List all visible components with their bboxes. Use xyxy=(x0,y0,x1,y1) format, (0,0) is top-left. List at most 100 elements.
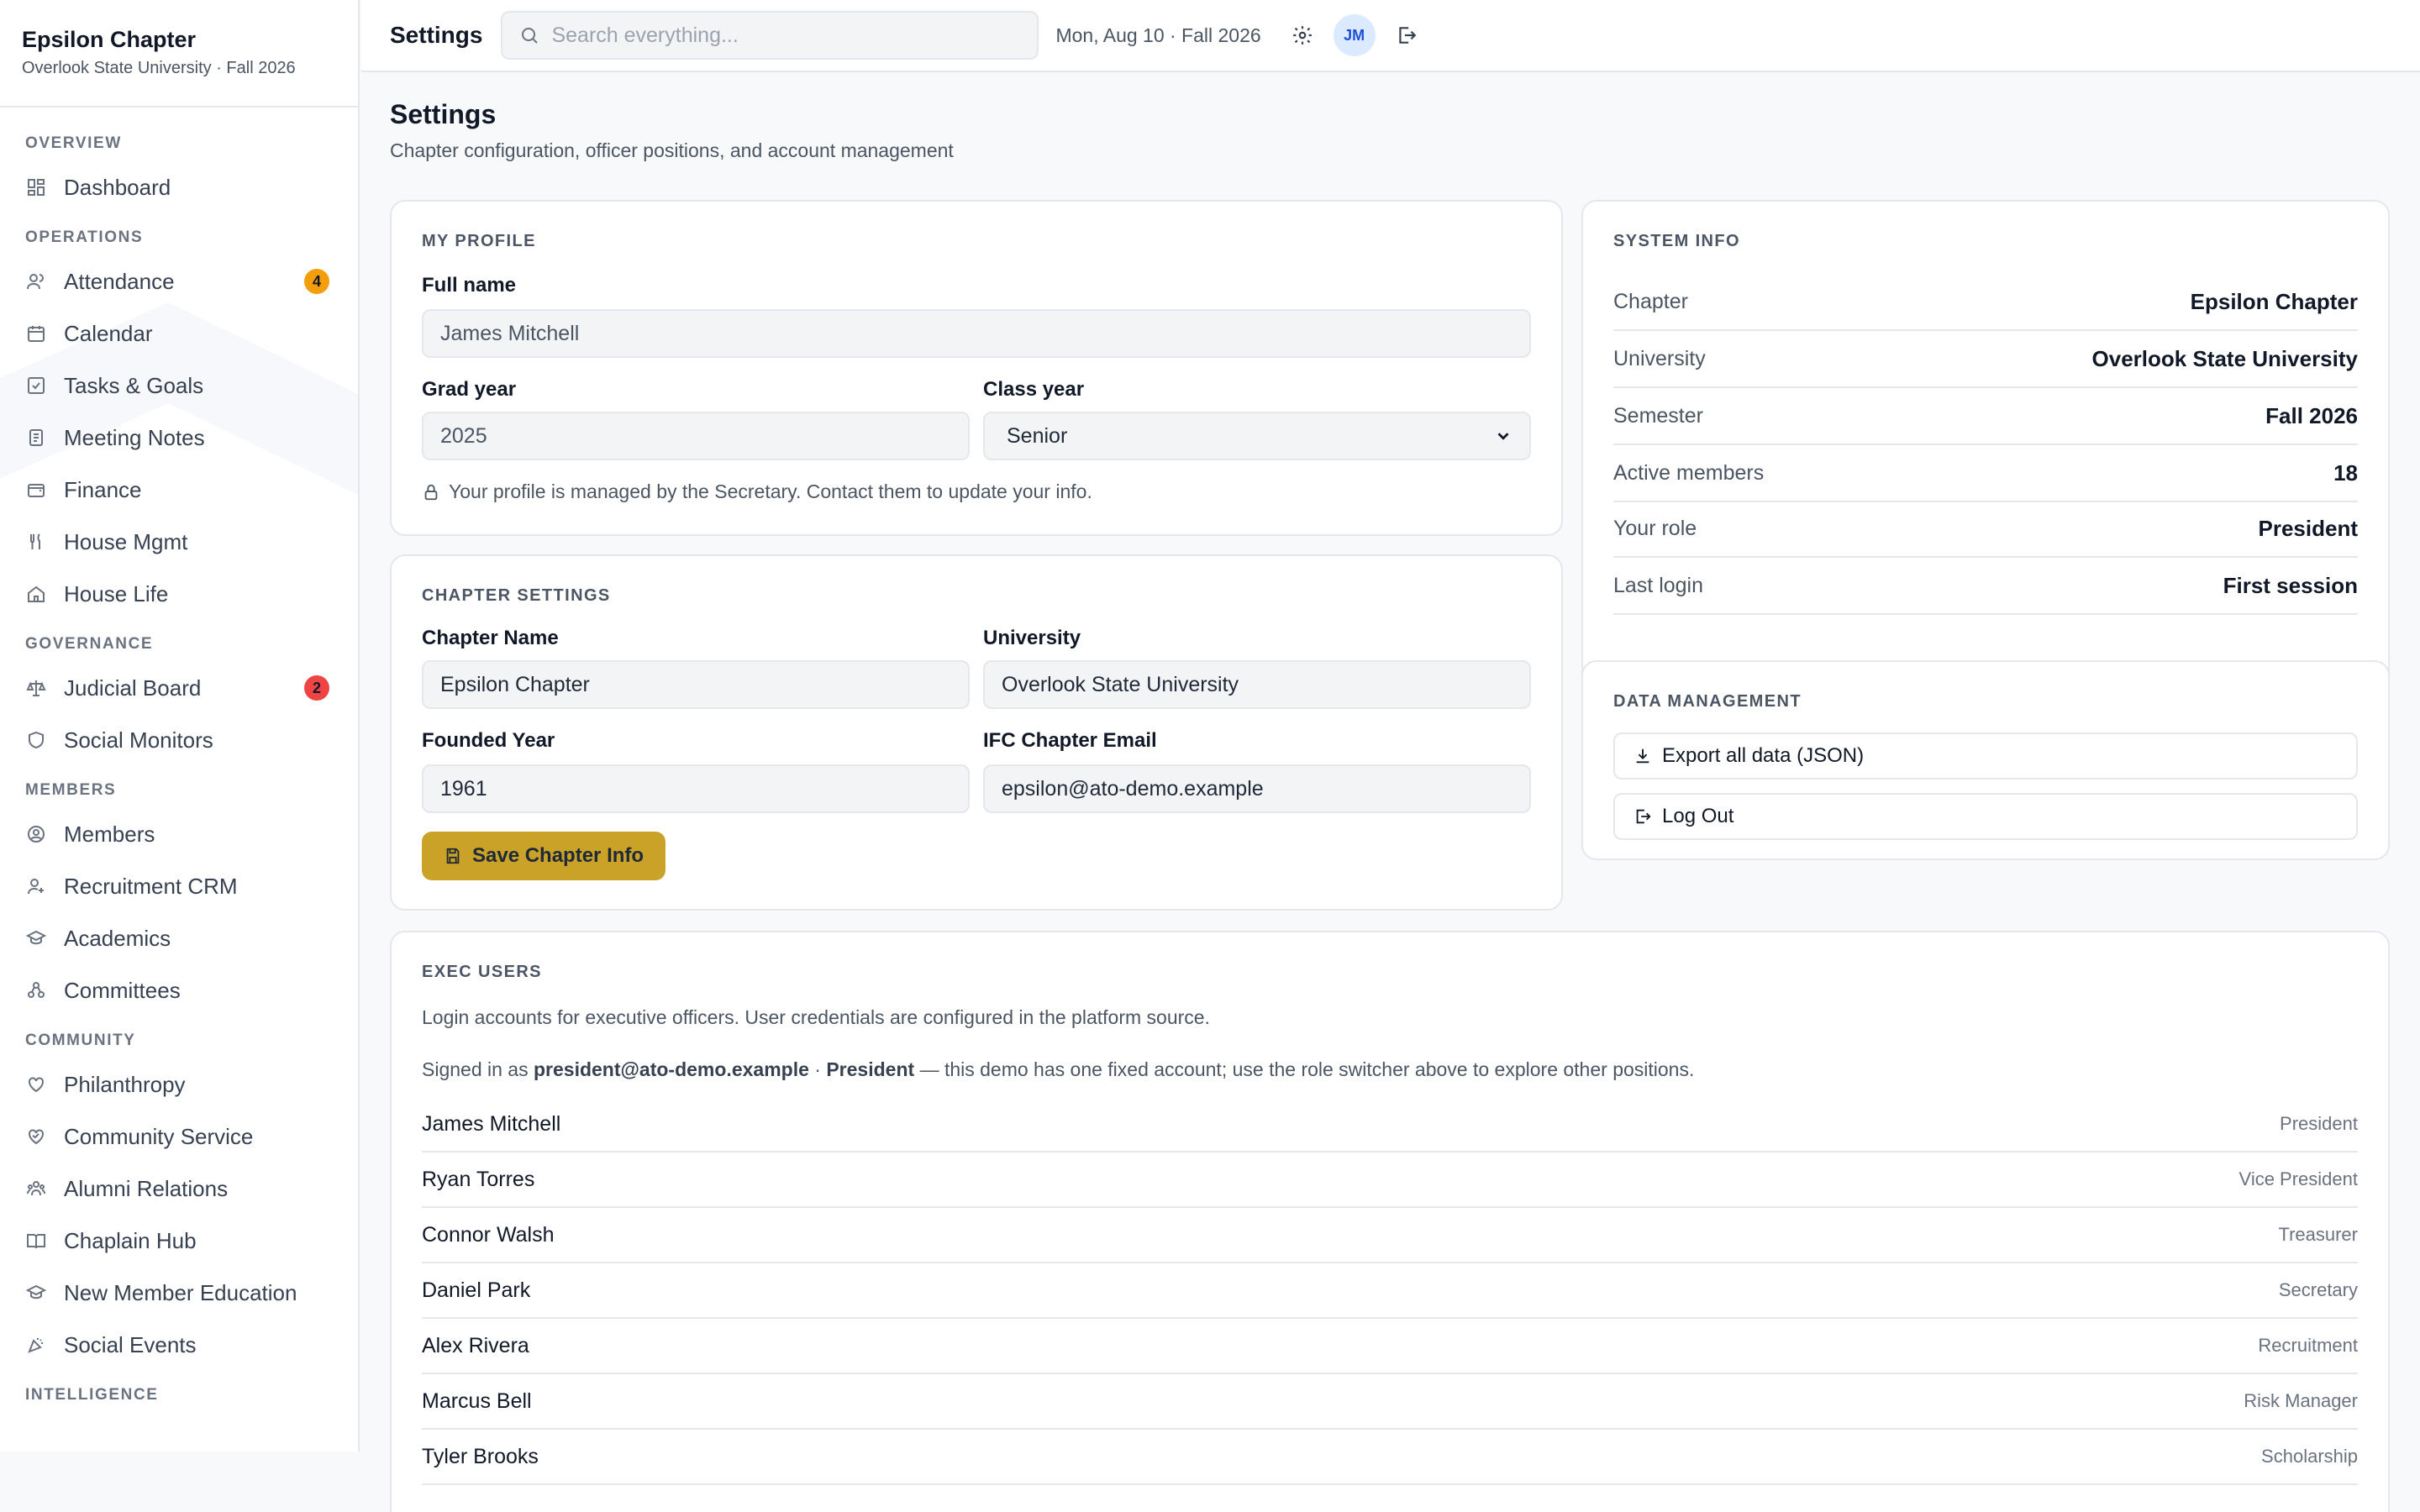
info-row-semester: Semester Fall 2026 xyxy=(1613,388,2358,445)
sidebar-item-label: Tasks & Goals xyxy=(64,372,204,398)
nav-section-community: COMMUNITY xyxy=(25,1032,136,1049)
sidebar-item-calendar[interactable]: Calendar xyxy=(0,307,358,360)
sidebar-item-label: Judicial Board xyxy=(64,675,202,701)
class-year-select[interactable]: Senior xyxy=(983,412,1531,460)
sidebar-item-committees[interactable]: Committees xyxy=(0,964,358,1016)
graduation-cap-icon xyxy=(25,927,47,949)
calendar-icon xyxy=(25,323,47,344)
chapter-settings-card: CHAPTER SETTINGS Chapter Name University… xyxy=(390,554,1563,911)
party-popper-icon xyxy=(25,1334,47,1356)
signed-in-role: President xyxy=(826,1058,915,1080)
info-row-your-role: Your role President xyxy=(1613,501,2358,558)
card-heading: CHAPTER SETTINGS xyxy=(422,586,611,605)
sidebar-item-label: New Member Education xyxy=(64,1279,297,1305)
grad-year-field: 2025 xyxy=(422,412,970,460)
sidebar-item-community-service[interactable]: Community Service xyxy=(0,1110,358,1163)
sidebar-item-philanthropy[interactable]: Philanthropy xyxy=(0,1058,358,1110)
logout-icon xyxy=(1399,27,1416,44)
sidebar-item-dashboard[interactable]: Dashboard xyxy=(0,161,358,213)
wallet-icon xyxy=(25,479,47,501)
home-icon xyxy=(25,583,47,605)
sidebar-item-label: Social Events xyxy=(64,1331,197,1357)
exec-user-role: Scholarship xyxy=(2261,1446,2358,1467)
sidebar-item-social-events[interactable]: Social Events xyxy=(0,1319,358,1371)
chapter-subtitle: Overlook State University · Fall 2026 xyxy=(22,59,296,77)
info-row-last-login: Last login First session xyxy=(1613,558,2358,615)
chapter-name: Epsilon Chapter xyxy=(22,27,197,52)
sidebar-item-social-monitors[interactable]: Social Monitors xyxy=(0,714,358,766)
save-chapter-info-button[interactable]: Save Chapter Info xyxy=(422,832,666,880)
nav-section-operations: OPERATIONS xyxy=(25,228,144,246)
sidebar-item-new-member-education[interactable]: New Member Education xyxy=(0,1267,358,1319)
info-key: Active members xyxy=(1613,460,1765,485)
info-row-active-members: Active members 18 xyxy=(1613,445,2358,502)
page-subtitle: Chapter configuration, officer positions… xyxy=(390,139,954,161)
info-key: Last login xyxy=(1613,573,1704,597)
exec-user-name: Tyler Brooks xyxy=(422,1444,539,1468)
page-title: Settings xyxy=(390,99,497,129)
sidebar-item-members[interactable]: Members xyxy=(0,808,358,860)
exec-user-name: James Mitchell xyxy=(422,1111,561,1136)
exec-user-row: Daniel Park Secretary xyxy=(422,1263,2358,1319)
utensils-icon xyxy=(25,531,47,553)
search-box[interactable] xyxy=(501,11,1039,60)
exec-user-row: James Mitchell President xyxy=(422,1097,2358,1152)
founded-year-input[interactable] xyxy=(422,764,970,813)
sidebar-item-label: Academics xyxy=(64,925,171,951)
chevron-down-icon xyxy=(1497,433,1509,440)
exec-user-role: Treasurer xyxy=(2278,1224,2358,1245)
logout-icon xyxy=(1636,809,1651,824)
info-value: 18 xyxy=(2333,459,2358,486)
ifc-email-input[interactable] xyxy=(983,764,1531,813)
lock-icon xyxy=(424,484,438,500)
sidebar-item-finance[interactable]: Finance xyxy=(0,464,358,516)
exec-user-role: Secretary xyxy=(2278,1279,2358,1300)
sidebar-item-recruitment-crm[interactable]: Recruitment CRM xyxy=(0,860,358,912)
avatar[interactable]: JM xyxy=(1333,14,1376,56)
chapter-name-input[interactable] xyxy=(422,660,970,709)
card-heading: DATA MANAGEMENT xyxy=(1613,692,1802,711)
sidebar-item-chaplain-hub[interactable]: Chaplain Hub xyxy=(0,1215,358,1267)
logout-button[interactable] xyxy=(1394,23,1419,48)
info-value: First session xyxy=(2223,572,2358,598)
signed-in-suffix: — this demo has one fixed account; use t… xyxy=(919,1058,1695,1080)
signed-in-note: Signed in as president@ato-demo.example … xyxy=(422,1058,1694,1081)
university-input[interactable] xyxy=(983,660,1531,709)
search-icon xyxy=(522,28,539,44)
sidebar-item-judicial-board[interactable]: Judicial Board 2 xyxy=(0,662,358,714)
info-key: University xyxy=(1613,346,1706,370)
sidebar-item-house-life[interactable]: House Life xyxy=(0,568,358,620)
exec-user-name: Ryan Torres xyxy=(422,1167,535,1191)
grad-year-label: Grad year xyxy=(422,378,517,401)
sidebar-item-tasks[interactable]: Tasks & Goals xyxy=(0,360,358,412)
info-value: Fall 2026 xyxy=(2265,402,2358,428)
exec-user-name: Connor Walsh xyxy=(422,1222,555,1247)
sidebar-item-label: Finance xyxy=(64,476,142,502)
log-out-button[interactable]: Log Out xyxy=(1613,793,2358,840)
sidebar-item-label: Philanthropy xyxy=(64,1071,186,1097)
nav-section-intelligence: INTELLIGENCE xyxy=(25,1386,159,1404)
gear-icon xyxy=(1292,26,1312,45)
sidebar-item-alumni-relations[interactable]: Alumni Relations xyxy=(0,1163,358,1215)
sidebar-item-meeting-notes[interactable]: Meeting Notes xyxy=(0,412,358,464)
sidebar-item-label: Community Service xyxy=(64,1123,254,1149)
chapter-brand[interactable]: Epsilon Chapter Overlook State Universit… xyxy=(0,0,358,108)
sidebar-nav: OVERVIEW Dashboard OPERATIONS Attendance… xyxy=(0,108,358,1413)
exec-user-role: Recruitment xyxy=(2258,1335,2358,1356)
founded-year-label: Founded Year xyxy=(422,729,555,752)
group-icon xyxy=(25,1178,47,1200)
export-data-button[interactable]: Export all data (JSON) xyxy=(1613,732,2358,780)
judicial-count-badge: 2 xyxy=(304,675,329,701)
current-date: Mon, Aug 10 · Fall 2026 xyxy=(1055,24,1261,46)
settings-button[interactable] xyxy=(1290,23,1315,48)
full-name-field: James Mitchell xyxy=(422,309,1531,358)
sidebar-item-academics[interactable]: Academics xyxy=(0,912,358,964)
full-name-label: Full name xyxy=(422,274,517,297)
exec-user-row: Tyler Brooks Scholarship xyxy=(422,1430,2358,1485)
sidebar-item-attendance[interactable]: Attendance 4 xyxy=(0,255,358,307)
sidebar-item-house-mgmt[interactable]: House Mgmt xyxy=(0,516,358,568)
heart-handshake-icon xyxy=(25,1126,47,1147)
search-input[interactable] xyxy=(551,23,1006,48)
sidebar-item-label: Calendar xyxy=(64,320,153,346)
exec-user-role: Risk Manager xyxy=(2244,1390,2358,1411)
